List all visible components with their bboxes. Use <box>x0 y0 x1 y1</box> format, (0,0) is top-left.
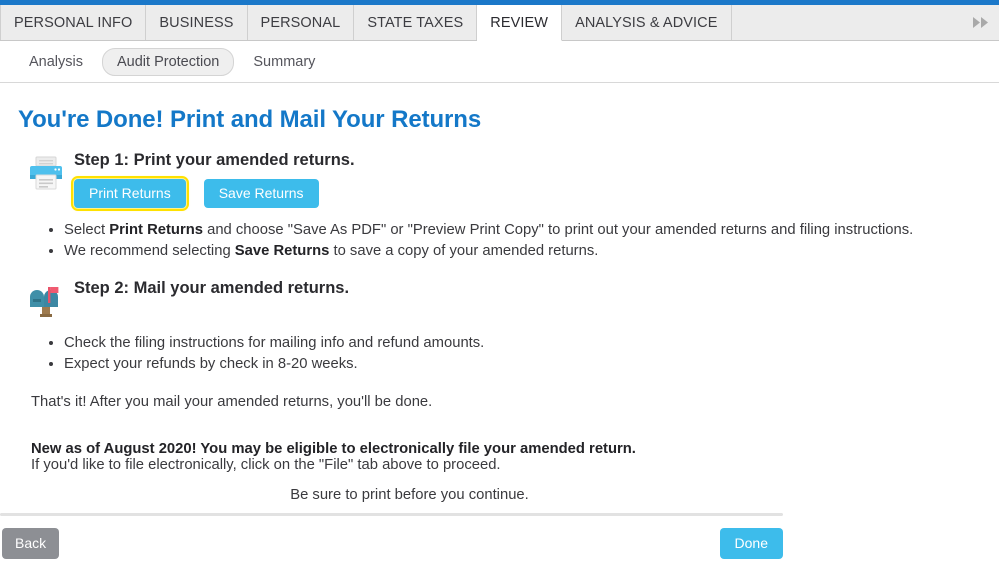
bullet-text-plain: We recommend selecting <box>64 243 235 260</box>
subnav-item-analysis[interactable]: Analysis <box>14 48 98 76</box>
subnav-item-audit-protection[interactable]: Audit Protection <box>102 47 235 76</box>
tab-label: STATE TAXES <box>367 14 464 31</box>
tab-label: PERSONAL INFO <box>14 14 133 31</box>
tab-state-taxes[interactable]: STATE TAXES <box>354 5 478 40</box>
tab-review[interactable]: REVIEW <box>477 5 563 41</box>
list-item: Select Print Returns and choose "Save As… <box>64 220 981 240</box>
tab-strip-filler <box>731 5 999 40</box>
page-title: You're Done! Print and Mail Your Returns <box>18 106 482 133</box>
step-2-bullet-list: Check the filing instructions for mailin… <box>18 333 981 375</box>
tab-analysis-and-advice[interactable]: ANALYSIS & ADVICE <box>562 5 732 40</box>
closing-line-1: That's it! After you mail your amended r… <box>31 394 433 411</box>
step-1-block: Step 1: Print your amended returns. Prin… <box>18 151 981 211</box>
closing-line-3: If you'd like to file electronically, cl… <box>31 457 501 474</box>
closing-line-2-bold: New as of August 2020! You may be eligib… <box>31 441 636 458</box>
tab-label: REVIEW <box>490 14 549 31</box>
done-button[interactable]: Done <box>719 528 783 559</box>
print-returns-button[interactable]: Print Returns <box>71 176 189 211</box>
list-item: We recommend selecting Save Returns to s… <box>64 241 981 261</box>
footer-action-bar: Back Done <box>0 525 783 569</box>
list-item: Expect your refunds by check in 8-20 wee… <box>64 354 981 374</box>
page-content: You're Done! Print and Mail Your Returns… <box>0 83 999 568</box>
subnav-item-summary[interactable]: Summary <box>238 48 330 76</box>
subnav-item-label: Audit Protection <box>117 53 220 70</box>
subnav-item-label: Analysis <box>29 53 83 70</box>
mailbox-icon <box>18 279 74 321</box>
bullet-text-plain: Select <box>64 222 110 238</box>
bullet-text-plain: Check the filing instructions for mailin… <box>64 334 485 351</box>
subnav-item-label: Summary <box>253 53 316 70</box>
tab-label: PERSONAL <box>260 14 341 31</box>
tab-personal-info[interactable]: PERSONAL INFO <box>0 5 147 40</box>
step-1-title: Step 1: Print your amended returns. <box>74 151 355 169</box>
tab-business[interactable]: BUSINESS <box>146 5 248 40</box>
print-notice: Be sure to print before you continue. <box>290 487 529 503</box>
sub-navigation: Analysis Audit Protection Summary <box>0 41 999 83</box>
main-tab-strip: PERSONAL INFO BUSINESS PERSONAL STATE TA… <box>0 5 999 41</box>
bullet-text-plain: and choose "Save As PDF" or "Preview Pri… <box>202 222 914 238</box>
bullet-text-bold: Print Returns <box>109 222 203 238</box>
double-chevron-right-icon[interactable] <box>973 17 991 28</box>
back-button[interactable]: Back <box>2 528 60 559</box>
step-2-block: Step 2: Mail your amended returns. <box>18 279 981 321</box>
bullet-text-plain: Expect your refunds by check in 8-20 wee… <box>64 355 358 372</box>
tab-personal[interactable]: PERSONAL <box>247 5 355 40</box>
step-2-title: Step 2: Mail your amended returns. <box>74 278 350 297</box>
bullet-text-bold: Save Returns <box>234 243 330 260</box>
step-1-body: Step 1: Print your amended returns. Prin… <box>71 151 981 211</box>
printer-icon <box>18 151 74 193</box>
bullet-text-plain: to save a copy of your amended returns. <box>329 243 599 260</box>
save-returns-button[interactable]: Save Returns <box>203 179 319 208</box>
list-item: Check the filing instructions for mailin… <box>64 333 981 353</box>
step-1-button-row: Print Returns Save Returns <box>71 176 981 211</box>
tab-label: ANALYSIS & ADVICE <box>575 14 718 31</box>
tab-label: BUSINESS <box>159 14 234 31</box>
footer-divider <box>0 513 783 516</box>
step-1-bullet-list: Select Print Returns and choose "Save As… <box>18 220 981 262</box>
step-2-body: Step 2: Mail your amended returns. <box>74 279 981 298</box>
